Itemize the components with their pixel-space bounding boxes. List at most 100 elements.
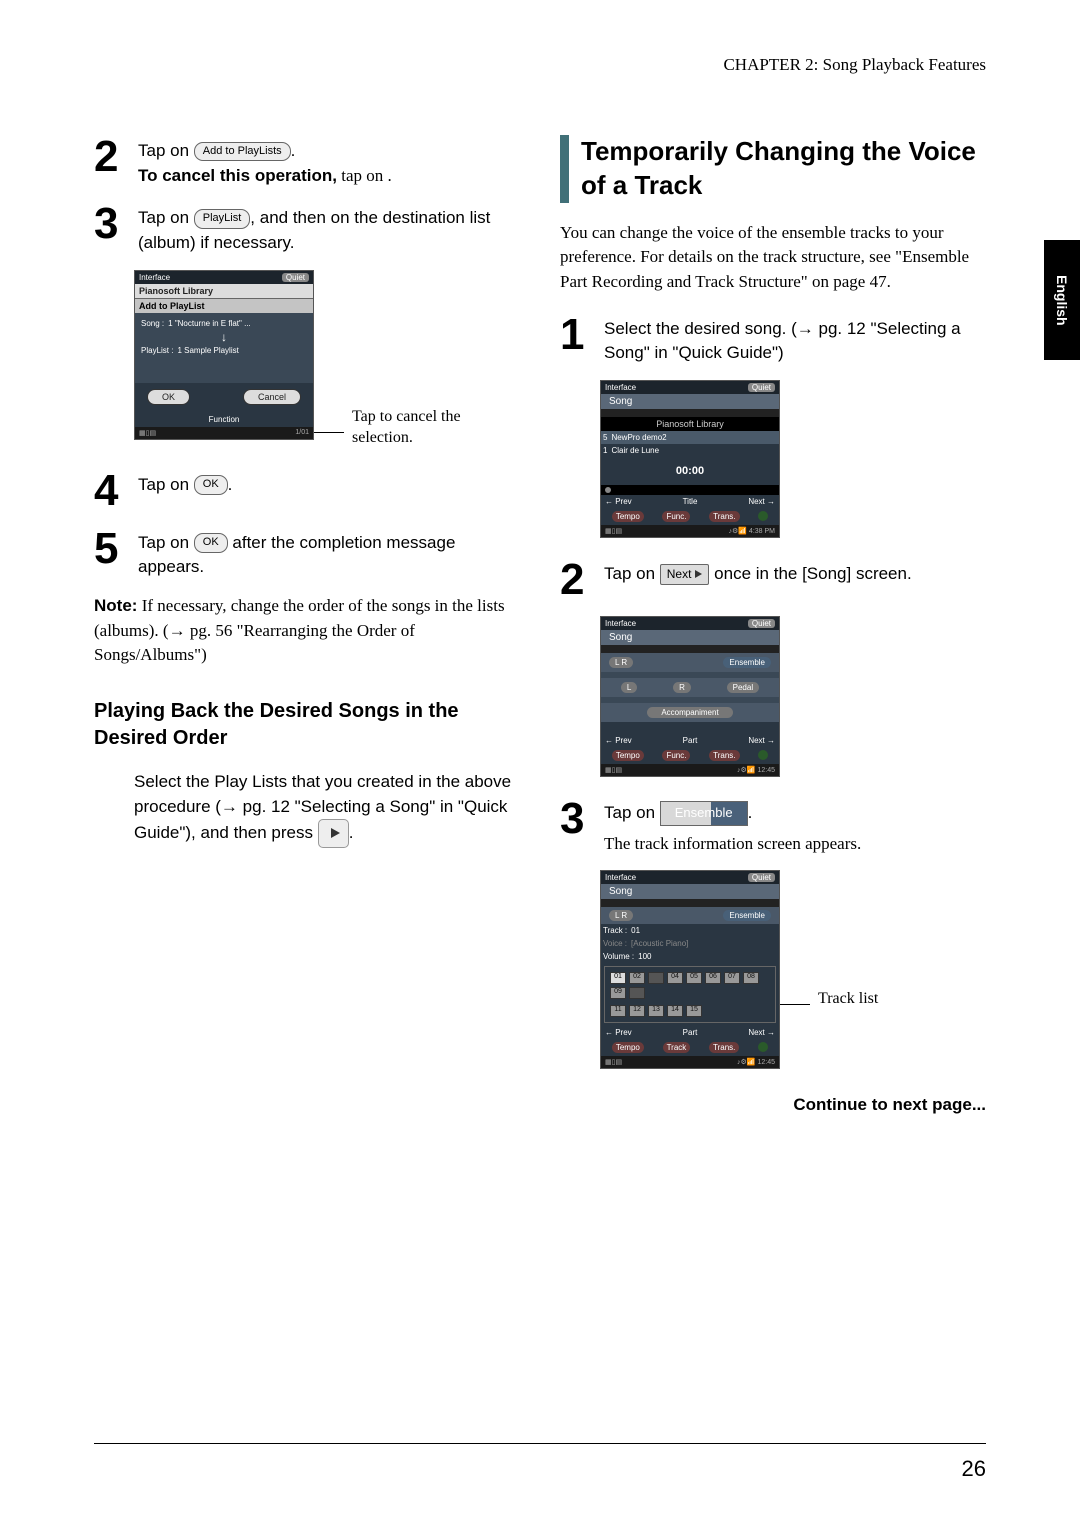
- ss-label: Interface: [605, 383, 636, 392]
- text: Tap on: [604, 564, 660, 583]
- step-number: 3: [560, 797, 594, 857]
- song-header: Song: [601, 884, 779, 899]
- lr-pill: L R: [609, 910, 633, 921]
- func-btn: Func.: [662, 511, 690, 522]
- callout-track-list: Track list: [810, 988, 878, 1010]
- screenshot-track-info: Interface Quiet Song L R Ensemble Track …: [600, 870, 780, 1069]
- trans-btn: Trans.: [709, 1042, 739, 1053]
- next-nav: Next →: [748, 736, 775, 745]
- addpl-heading: Add to PlayList: [135, 298, 313, 313]
- callout-cancel: Tap to cancel the selection.: [344, 406, 504, 449]
- text: once in the [Song] screen.: [709, 564, 911, 583]
- track-num: 1: [603, 446, 607, 455]
- voice-value: [Acoustic Piano]: [631, 939, 688, 948]
- song-header: Song: [601, 630, 779, 645]
- language-tab: English: [1044, 240, 1080, 360]
- note-paragraph: Note: If necessary, change the order of …: [94, 594, 520, 668]
- step-4: 4 Tap on OK.: [94, 469, 520, 513]
- screenshot-song-part: Interface Quiet Song L R Ensemble L R Pe…: [600, 616, 780, 777]
- accompaniment-pill: Accompaniment: [647, 707, 732, 718]
- text: Tap on: [138, 141, 194, 160]
- ss-page: 1/01: [295, 429, 309, 437]
- ok-button: OK: [194, 533, 228, 553]
- quiet-badge: Quiet: [748, 873, 775, 882]
- ensemble-button: Ensemble: [660, 801, 748, 826]
- pl-name: 1 Sample Playlist: [177, 346, 238, 355]
- time-display: 00:00: [601, 457, 779, 485]
- l-pill: L: [621, 682, 637, 693]
- quiet-badge: Quiet: [748, 383, 775, 392]
- cancel-button: Cancel: [243, 389, 301, 405]
- song-label: Song :: [141, 319, 164, 328]
- text-bold: To cancel this operation,: [138, 166, 337, 185]
- pedal-pill: Pedal: [727, 682, 759, 693]
- quiet-badge: Quiet: [748, 619, 775, 628]
- lr-pill: L R: [609, 657, 633, 668]
- subsection-body: Select the Play Lists that you created i…: [134, 766, 520, 848]
- ensemble-pill: Ensemble: [723, 910, 771, 921]
- step-3: 3 Tap on PlayList, and then on the desti…: [94, 202, 520, 255]
- play-button-icon: [318, 819, 349, 848]
- note-label: Note:: [94, 596, 137, 615]
- track-grid-row2: 1112131415: [607, 1002, 773, 1020]
- song-header: Song: [601, 394, 779, 409]
- screenshot-add-to-playlist: Interface Quiet Pianosoft Library Add to…: [134, 270, 314, 440]
- tempo-btn: Tempo: [612, 1042, 644, 1053]
- volume-value: 100: [638, 952, 651, 961]
- step-3-right: 3 Tap on Ensemble. The track information…: [560, 797, 986, 857]
- step-2: 2 Tap on Add to PlayLists. To cancel thi…: [94, 135, 520, 188]
- text: .: [291, 141, 296, 160]
- note-text: If necessary, change the order of the so…: [94, 596, 505, 664]
- r-pill: R: [673, 682, 691, 693]
- subheading-playback-order: Playing Back the Desired Songs in the De…: [94, 698, 520, 752]
- screenshot-song-list: Interface Quiet Song Pianosoft Library 5…: [600, 380, 780, 538]
- function-label: Function: [135, 415, 313, 427]
- track-btn: Track: [663, 1042, 691, 1053]
- text: Tap on: [138, 208, 194, 227]
- add-to-playlists-button: Add to PlayLists: [194, 142, 291, 162]
- next-nav: Next →: [748, 497, 775, 506]
- step-5: 5 Tap on OK after the completion message…: [94, 527, 520, 580]
- footer-rule: [94, 1443, 986, 1444]
- library-heading: Pianosoft Library: [135, 284, 313, 298]
- step-number: 3: [94, 202, 128, 255]
- intro-paragraph: You can change the voice of the ensemble…: [560, 221, 986, 295]
- text: .: [349, 823, 354, 842]
- prev-nav: ← Prev: [605, 497, 632, 506]
- track-name: Clair de Lune: [611, 446, 659, 455]
- volume-label: Volume :: [603, 952, 634, 961]
- part-nav: Part: [683, 736, 698, 745]
- pl-label: PlayList :: [141, 346, 173, 355]
- text: tap on .: [337, 166, 392, 185]
- ok-button: OK: [194, 475, 228, 495]
- step-subtext: The track information screen appears.: [604, 832, 861, 857]
- chapter-header: CHAPTER 2: Song Playback Features: [94, 55, 986, 75]
- page-number: 26: [962, 1456, 986, 1482]
- quiet-badge: Quiet: [282, 273, 309, 282]
- tempo-btn: Tempo: [612, 750, 644, 761]
- continue-next-page: Continue to next page...: [560, 1095, 986, 1115]
- left-column: 2 Tap on Add to PlayLists. To cancel thi…: [94, 135, 520, 1115]
- title-nav: Title: [683, 497, 698, 506]
- library-label: Pianosoft Library: [601, 417, 779, 431]
- step-text: Select the desired song. (→ pg. 12 "Sele…: [604, 313, 986, 366]
- text: .: [228, 475, 233, 494]
- track-grid-row1: 0102040506070809: [607, 969, 773, 1002]
- step-number: 4: [94, 469, 128, 513]
- ss-label: Interface: [139, 273, 170, 282]
- func-btn: Func.: [662, 750, 690, 761]
- prev-nav: ← Prev: [605, 736, 632, 745]
- text: Tap on: [138, 475, 194, 494]
- text: .: [748, 803, 753, 822]
- part-nav: Part: [683, 1028, 698, 1037]
- track-label: Track :: [603, 926, 627, 935]
- track-value: 01: [631, 926, 640, 935]
- step-number: 2: [94, 135, 128, 188]
- trans-btn: Trans.: [709, 750, 739, 761]
- text: Tap on: [604, 803, 660, 822]
- section-heading-voice-change: Temporarily Changing the Voice of a Trac…: [560, 135, 986, 203]
- ensemble-pill: Ensemble: [723, 657, 771, 668]
- next-nav: Next →: [748, 1028, 775, 1037]
- ok-button: OK: [147, 389, 190, 405]
- trans-btn: Trans.: [709, 511, 739, 522]
